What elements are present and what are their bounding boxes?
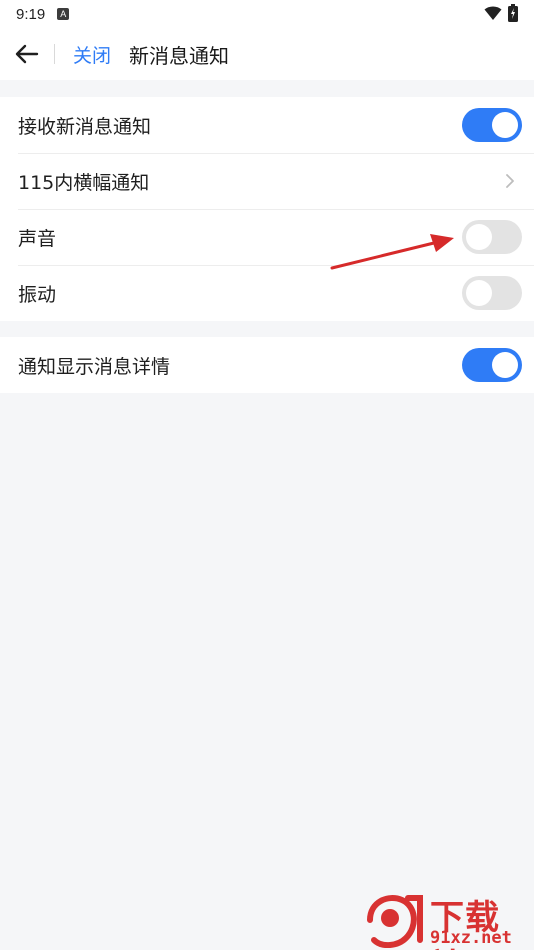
receive-notifications-toggle[interactable] [462, 108, 522, 142]
watermark-domain: 91xz.net [430, 928, 512, 948]
a-notification-icon: A [57, 8, 70, 20]
annotation-arrow-icon [330, 234, 454, 270]
battery-icon [508, 4, 518, 22]
vibration-toggle[interactable] [462, 276, 522, 310]
header-divider [54, 44, 55, 64]
sound-toggle[interactable] [462, 220, 522, 254]
setting-row-show-details[interactable]: 通知显示消息详情 [0, 337, 534, 393]
setting-row-receive-notifications[interactable]: 接收新消息通知 [0, 97, 534, 153]
screen: 9:19 A 关闭 新消息通知 接收新消息通知 115内横幅通知 声音 振动 通… [0, 0, 534, 950]
toggle-knob [492, 112, 518, 138]
page-title: 新消息通知 [129, 43, 230, 68]
setting-row-banner-notifications[interactable]: 115内横幅通知 [0, 153, 534, 209]
close-button[interactable]: 关闭 [73, 41, 111, 68]
status-bar: 9:19 A [0, 0, 534, 28]
setting-label: 115内横幅通知 [18, 171, 150, 194]
settings-group-notifications: 接收新消息通知 115内横幅通知 声音 振动 [0, 97, 534, 321]
arrow-left-icon [15, 44, 39, 64]
watermark-logo: 下载站 91xz.net [362, 888, 534, 950]
show-details-toggle[interactable] [462, 348, 522, 382]
wifi-icon [484, 6, 502, 20]
chevron-right-icon [500, 171, 520, 191]
settings-group-details: 通知显示消息详情 [0, 337, 534, 393]
status-icons [484, 4, 518, 22]
toggle-knob [492, 352, 518, 378]
back-button[interactable] [0, 28, 54, 80]
header: 关闭 新消息通知 [0, 28, 534, 80]
setting-label: 接收新消息通知 [18, 115, 152, 138]
setting-label: 振动 [18, 283, 57, 306]
watermark-badge-icon [367, 895, 423, 948]
status-time: 9:19 [16, 5, 46, 23]
setting-label: 通知显示消息详情 [18, 355, 171, 378]
toggle-knob [466, 224, 492, 250]
toggle-knob [466, 280, 492, 306]
